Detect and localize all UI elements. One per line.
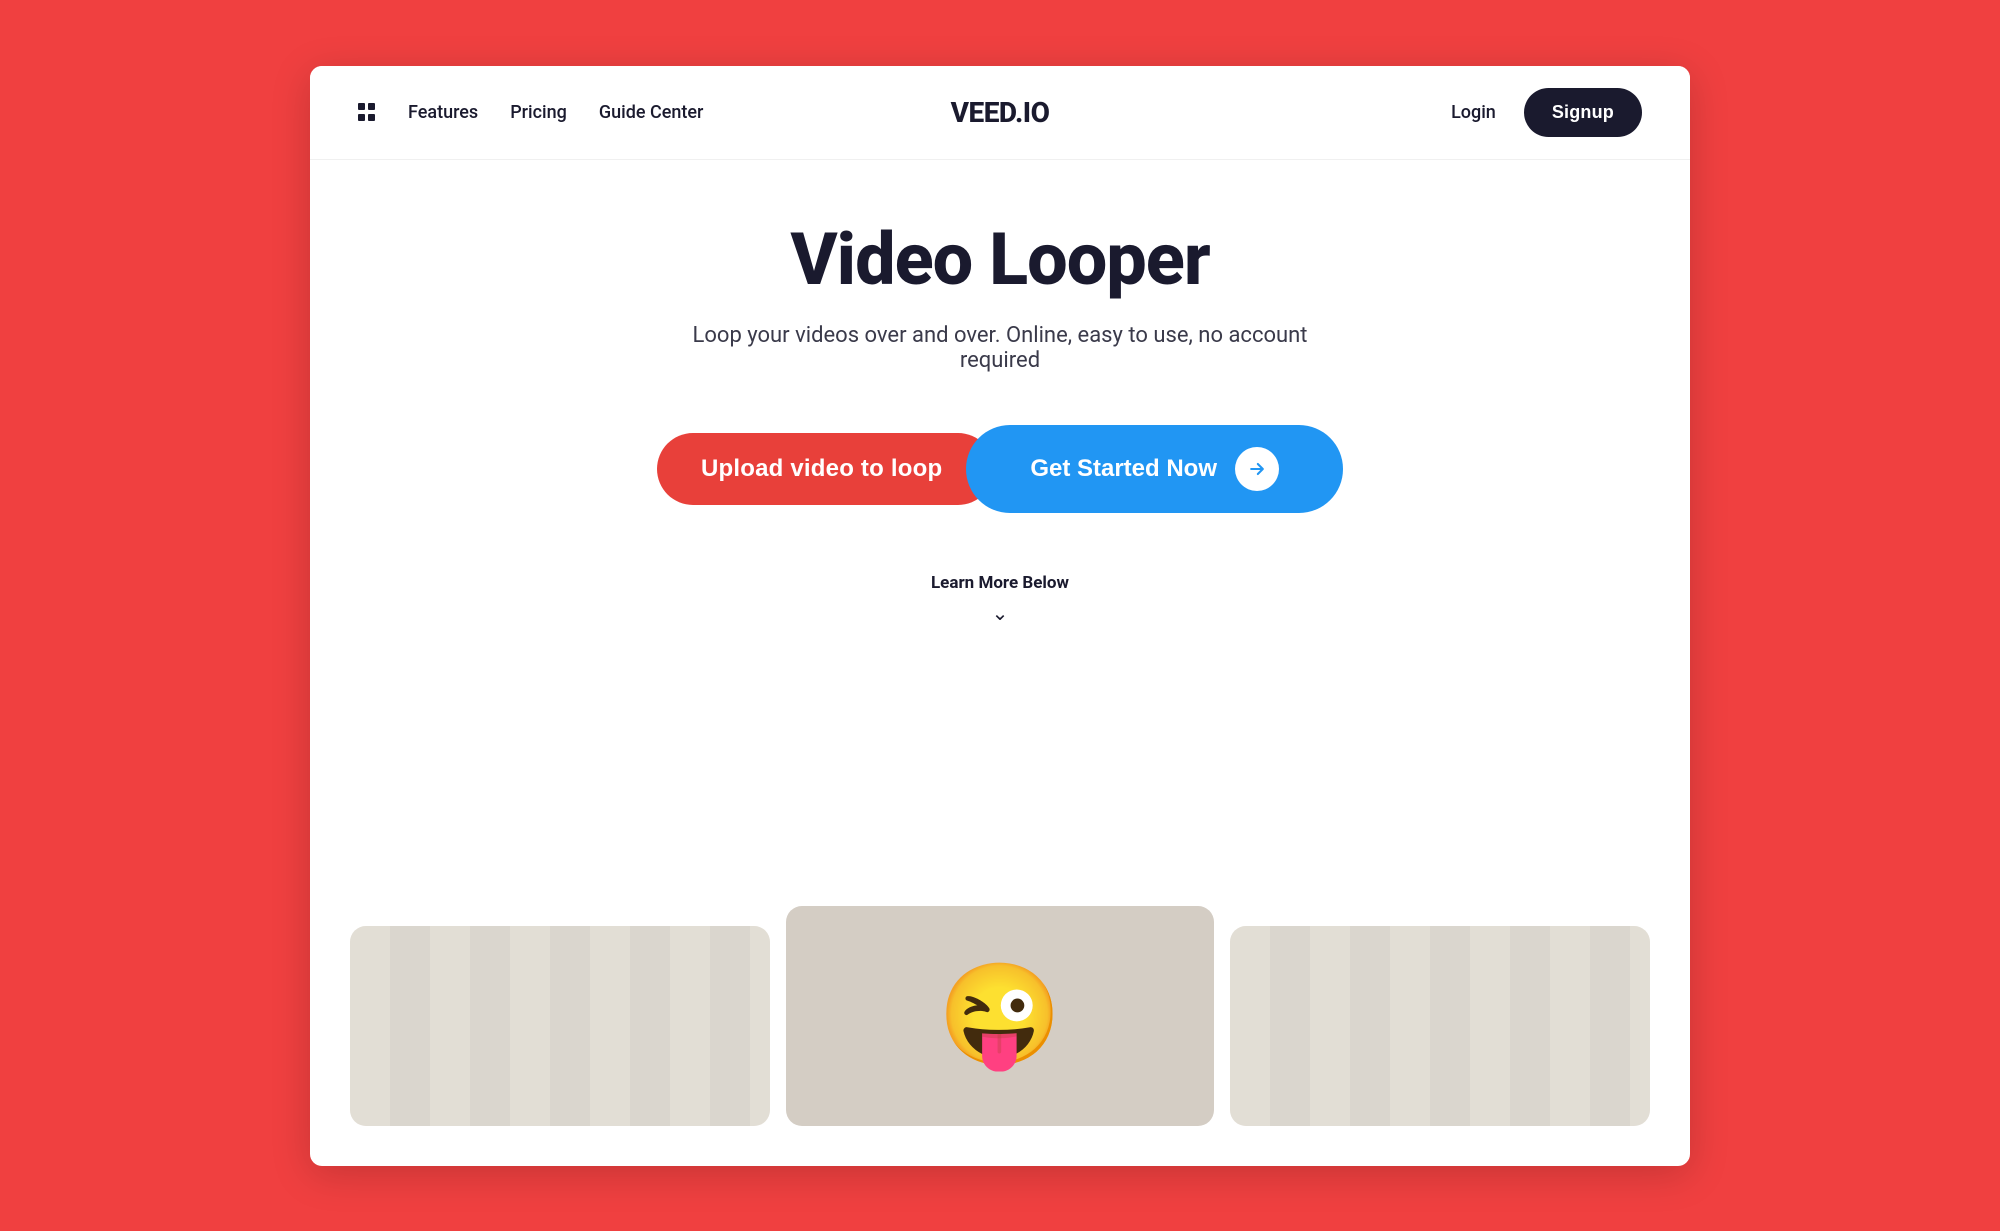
navbar: Features Pricing Guide Center VEED.IO Lo… — [310, 66, 1690, 160]
emoji-balloon: 😜 — [938, 966, 1063, 1066]
nav-guide-link[interactable]: Guide Center — [599, 102, 704, 123]
signup-button[interactable]: Signup — [1524, 88, 1642, 137]
browser-window: Features Pricing Guide Center VEED.IO Lo… — [310, 66, 1690, 1166]
hero-title: Video Looper — [790, 220, 1209, 299]
nav-left: Features Pricing Guide Center — [358, 102, 703, 123]
upload-video-button[interactable]: Upload video to loop — [657, 433, 994, 505]
site-logo[interactable]: VEED.IO — [951, 96, 1050, 129]
preview-card-right — [1230, 926, 1650, 1126]
login-link[interactable]: Login — [1451, 102, 1496, 123]
nav-features-link[interactable]: Features — [408, 102, 478, 123]
preview-stripes-right — [1230, 926, 1650, 1126]
get-started-label: Get Started Now — [1030, 455, 1217, 483]
hero-subtitle: Loop your videos over and over. Online, … — [650, 323, 1350, 373]
preview-card-center: 😜 — [786, 906, 1214, 1126]
learn-more-text: Learn More Below — [931, 573, 1069, 593]
hero-section: Video Looper Loop your videos over and o… — [310, 160, 1690, 1166]
chevron-down-icon: ⌄ — [992, 603, 1009, 623]
nav-pricing-link[interactable]: Pricing — [510, 102, 567, 123]
get-started-button[interactable]: Get Started Now — [966, 425, 1343, 513]
arrow-icon — [1235, 447, 1279, 491]
learn-more-section: Learn More Below ⌄ — [931, 573, 1069, 623]
cta-container: Upload video to loop Get Started Now — [657, 425, 1343, 513]
preview-card-left — [350, 926, 770, 1126]
grid-icon[interactable] — [358, 103, 376, 121]
preview-row: 😜 — [350, 906, 1650, 1126]
nav-right: Login Signup — [1451, 88, 1642, 137]
preview-stripes-left — [350, 926, 770, 1126]
